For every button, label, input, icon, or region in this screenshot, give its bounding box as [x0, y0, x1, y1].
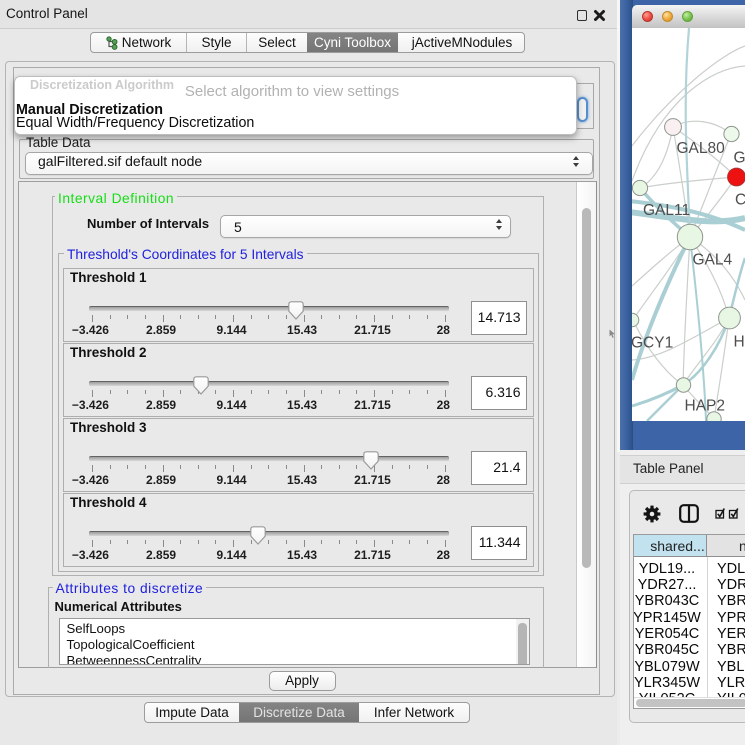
svg-text:HT: HT: [734, 334, 745, 351]
svg-text:GAL11: GAL11: [643, 202, 690, 219]
svg-text:GAL80: GAL80: [677, 140, 726, 157]
svg-text:GAL4: GAL4: [693, 252, 733, 269]
svg-text:GCY1: GCY1: [632, 335, 673, 352]
svg-text:HAP2: HAP2: [685, 398, 726, 415]
svg-text:CR: CR: [735, 192, 745, 209]
svg-text:GA: GA: [734, 150, 745, 167]
